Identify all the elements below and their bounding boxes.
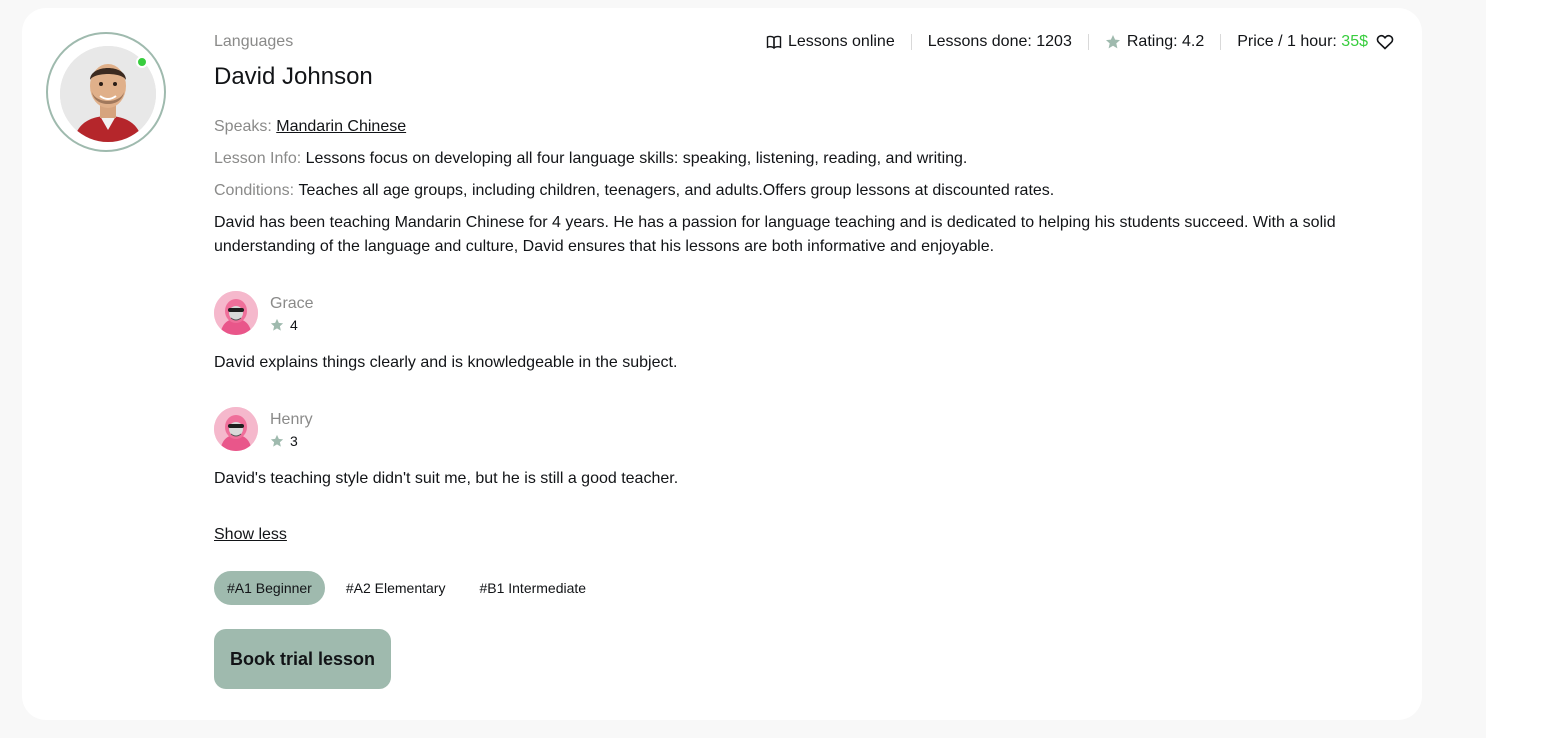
reviews-list: Grace 4 David explains things clearly an… xyxy=(214,291,1394,491)
review-comment: David explains things clearly and is kno… xyxy=(214,354,678,371)
reviewer-rating-value: 3 xyxy=(290,433,298,449)
reviewer-name: Grace xyxy=(270,295,314,312)
teacher-name: David Johnson xyxy=(214,63,373,90)
speaks-value-link[interactable]: Mandarin Chinese xyxy=(276,118,406,135)
conditions-line: Conditions: Teaches all age groups, incl… xyxy=(214,179,1394,203)
speaks-label: Speaks: xyxy=(214,118,277,135)
reviewer-meta: Henry 3 xyxy=(270,408,313,450)
reviewer-rating: 3 xyxy=(270,432,313,450)
teacher-category: Languages xyxy=(214,33,294,50)
reviewer: Henry 3 xyxy=(214,407,1394,451)
reviewer-meta: Grace 4 xyxy=(270,292,314,334)
level-tags: #A1 Beginner #A2 Elementary #B1 Intermed… xyxy=(214,571,1394,605)
book-trial-lesson-button[interactable]: Book trial lesson xyxy=(214,629,392,689)
lesson-info-value: Lessons focus on developing all four lan… xyxy=(305,150,968,167)
reviewer-avatar xyxy=(214,291,258,335)
level-tag-a2[interactable]: #A2 Elementary xyxy=(333,571,459,605)
page-side-strip xyxy=(1486,0,1556,738)
teacher-description: David has been teaching Mandarin Chinese… xyxy=(214,214,1336,255)
speaks-line: Speaks: Mandarin Chinese xyxy=(214,115,1394,139)
reviewer-name: Henry xyxy=(270,411,313,428)
review-comment: David's teaching style didn't suit me, b… xyxy=(214,470,679,487)
teacher-content: Languages David Johnson Speaks: Mandarin… xyxy=(214,34,1394,689)
reviewer-rating-value: 4 xyxy=(290,317,298,333)
reviewer-rating: 4 xyxy=(270,316,314,334)
reviewer: Grace 4 xyxy=(214,291,1394,335)
teacher-card: Lessons online Lessons done: 1203 Rating… xyxy=(22,8,1422,720)
lesson-info-label: Lesson Info: xyxy=(214,150,306,167)
level-tag-b1[interactable]: #B1 Intermediate xyxy=(466,571,599,605)
review-item: Henry 3 David's teaching style didn't su… xyxy=(214,407,1394,491)
reviewer-avatar xyxy=(214,407,258,451)
review-item: Grace 4 David explains things clearly an… xyxy=(214,291,1394,375)
level-tag-a1[interactable]: #A1 Beginner xyxy=(214,571,325,605)
lesson-info-line: Lesson Info: Lessons focus on developing… xyxy=(214,147,1394,171)
teacher-avatar xyxy=(46,32,166,152)
teacher-info: Speaks: Mandarin Chinese Lesson Info: Le… xyxy=(214,115,1394,203)
show-less-link[interactable]: Show less xyxy=(214,523,287,547)
conditions-value: Teaches all age groups, including childr… xyxy=(298,182,1055,199)
star-icon xyxy=(270,318,284,332)
online-status-indicator xyxy=(136,56,148,68)
star-icon xyxy=(270,434,284,448)
conditions-label: Conditions: xyxy=(214,182,299,199)
